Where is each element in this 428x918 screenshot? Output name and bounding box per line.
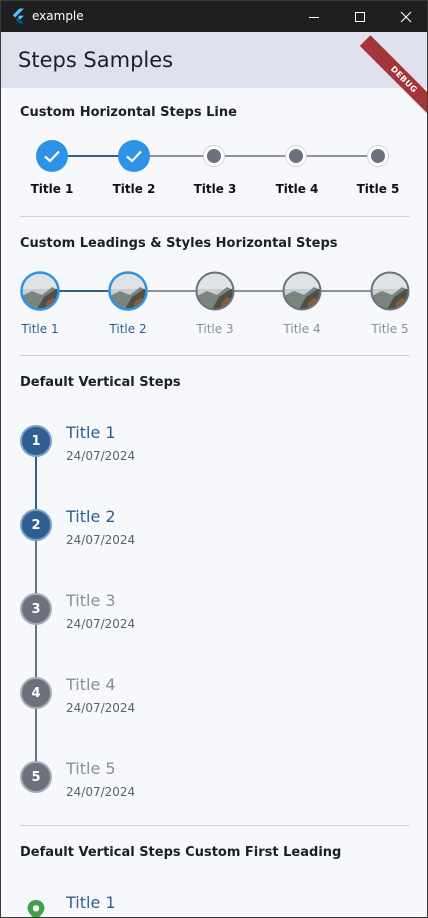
step-label: Title 1: [21, 322, 59, 336]
step-label: Title 1: [30, 182, 74, 196]
window-titlebar[interactable]: example: [1, 1, 427, 32]
step-date: 24/07/2024: [66, 785, 136, 799]
step-title: Title 4: [66, 675, 116, 694]
divider: [20, 355, 410, 356]
vertical-connector: [35, 525, 37, 777]
step-image-2[interactable]: [108, 271, 148, 311]
step-date: 24/07/2024: [66, 449, 136, 463]
step-number-2[interactable]: 2: [20, 509, 52, 541]
section-title-custom-leadings: Custom Leadings & Styles Horizontal Step…: [20, 236, 338, 251]
horizontal-steps-line: [36, 140, 389, 172]
step-label: Title 2: [109, 322, 147, 336]
step-image-4[interactable]: [282, 271, 322, 311]
maximize-icon: [355, 11, 365, 22]
step-done-1[interactable]: [36, 140, 68, 172]
step-pending-5[interactable]: [367, 145, 389, 167]
step-title: Title 3: [66, 591, 116, 610]
divider: [20, 216, 410, 217]
minimize-button[interactable]: [291, 1, 337, 32]
app-window: example Steps Samples DEBUG Custom Horiz…: [0, 0, 428, 918]
location-pin-icon[interactable]: [25, 899, 47, 918]
step-image-1[interactable]: [20, 271, 60, 311]
step-number-1[interactable]: 1: [20, 425, 52, 457]
flutter-logo-icon: [12, 8, 24, 24]
step-title: Title 1: [66, 423, 116, 442]
step-pending-4[interactable]: [285, 145, 307, 167]
step-label: Title 3: [196, 322, 234, 336]
step-number-3[interactable]: 3: [20, 593, 52, 625]
step-title: Title 2: [66, 507, 116, 526]
page-title: Steps Samples: [18, 48, 174, 72]
step-number-4[interactable]: 4: [20, 677, 52, 709]
step-label: Title 2: [112, 182, 156, 196]
divider: [20, 825, 410, 826]
maximize-button[interactable]: [337, 1, 383, 32]
step-label: Title 5: [371, 322, 409, 336]
step-title: Title 1: [66, 893, 116, 912]
app-bar: Steps Samples DEBUG: [1, 32, 427, 124]
section-title-default-vertical: Default Vertical Steps: [20, 375, 181, 390]
step-date: 24/07/2024: [66, 533, 136, 547]
step-title: Title 5: [66, 759, 116, 778]
step-done-2[interactable]: [118, 140, 150, 172]
step-label: Title 3: [193, 182, 237, 196]
horizontal-steps-images: [20, 271, 410, 311]
section-title-custom-horizontal: Custom Horizontal Steps Line: [20, 105, 237, 120]
step-label: Title 4: [275, 182, 319, 196]
step-image-3[interactable]: [195, 271, 235, 311]
step-image-5[interactable]: [370, 271, 410, 311]
debug-banner: DEBUG: [359, 35, 427, 124]
step-pending-3[interactable]: [203, 145, 225, 167]
section-title-custom-first-leading: Default Vertical Steps Custom First Lead…: [20, 845, 342, 860]
step-date: 24/07/2024: [66, 617, 136, 631]
close-button[interactable]: [383, 1, 427, 32]
step-label: Title 5: [356, 182, 400, 196]
close-icon: [400, 11, 412, 22]
step-label: Title 4: [283, 322, 321, 336]
window-title: example: [32, 9, 84, 23]
minimize-icon: [309, 16, 319, 18]
step-number-5[interactable]: 5: [20, 761, 52, 793]
step-date: 24/07/2024: [66, 701, 136, 715]
